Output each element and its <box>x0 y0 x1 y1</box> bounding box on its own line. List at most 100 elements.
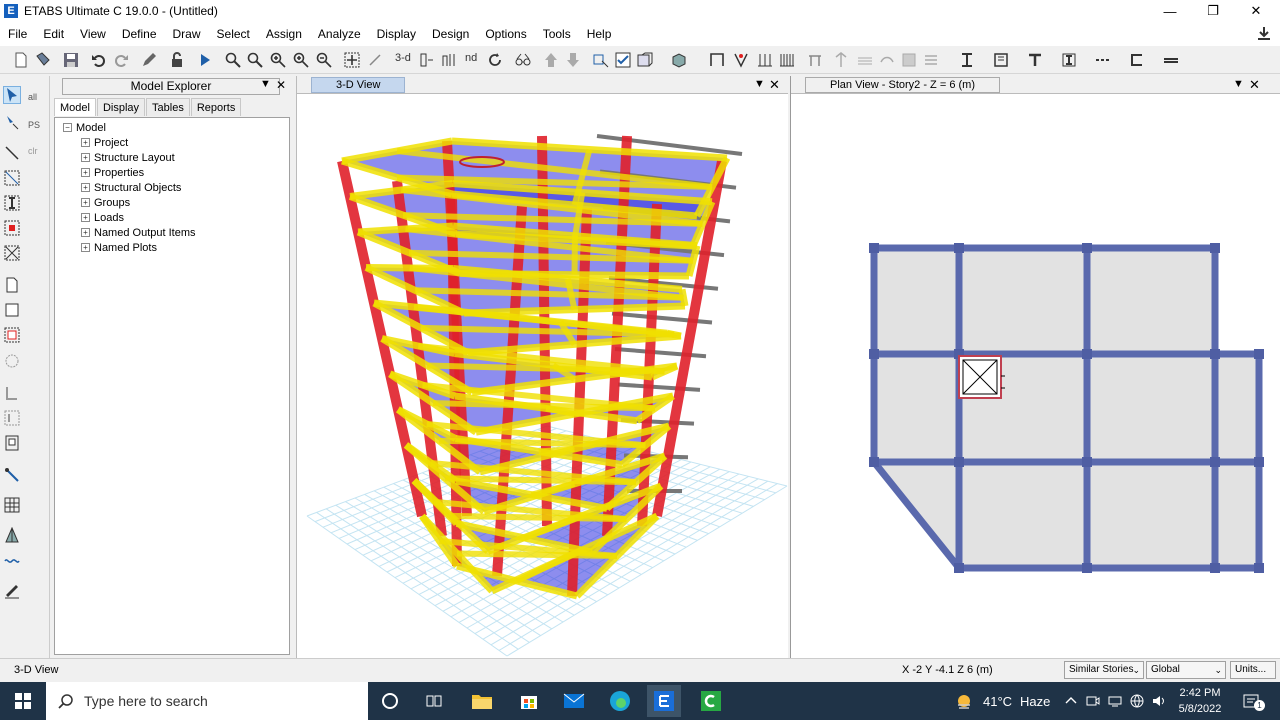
tab-reports[interactable]: Reports <box>190 98 242 116</box>
draw-column-icon[interactable] <box>756 51 774 69</box>
select-icon[interactable] <box>592 51 610 69</box>
menu-display[interactable]: Display <box>369 22 424 46</box>
menu-help[interactable]: Help <box>579 22 620 46</box>
draw-tendon-icon[interactable] <box>3 582 21 600</box>
pointer-icon[interactable] <box>3 86 21 104</box>
draw-brace-tool-icon[interactable] <box>3 244 21 262</box>
close-button[interactable]: ✕ <box>1236 0 1276 22</box>
section-ibeam-icon[interactable] <box>1060 51 1078 69</box>
menu-options[interactable]: Options <box>477 22 534 46</box>
column[interactable] <box>954 563 964 573</box>
tab-display[interactable]: Display <box>96 98 146 116</box>
similar-stories-select[interactable]: Similar Stories ⌄ <box>1064 661 1144 679</box>
edge-browser-icon[interactable] <box>603 685 637 717</box>
previous-selection-button[interactable]: PS <box>28 120 40 130</box>
menu-analyze[interactable]: Analyze <box>310 22 369 46</box>
menu-tools[interactable]: Tools <box>535 22 579 46</box>
column[interactable] <box>1210 563 1220 573</box>
meet-now-icon[interactable] <box>1086 694 1100 708</box>
taskbar-search-box[interactable]: Type here to search <box>46 682 368 720</box>
menu-view[interactable]: View <box>72 22 114 46</box>
elevation-view-icon[interactable] <box>440 51 458 69</box>
menu-draw[interactable]: Draw <box>165 22 209 46</box>
draw-brace-icon[interactable] <box>732 51 750 69</box>
draw-dimension-icon[interactable] <box>3 526 21 544</box>
move-down-icon[interactable] <box>564 51 582 69</box>
expand-icon[interactable]: + <box>81 168 90 177</box>
menu-select[interactable]: Select <box>209 22 258 46</box>
expand-icon[interactable]: + <box>81 183 90 192</box>
expand-icon[interactable]: + <box>81 153 90 162</box>
section-t-icon[interactable] <box>1026 51 1044 69</box>
column[interactable] <box>1210 243 1220 253</box>
refresh-icon[interactable] <box>486 51 504 69</box>
column[interactable] <box>869 243 879 253</box>
expand-icon[interactable]: + <box>81 243 90 252</box>
section-i-icon[interactable] <box>958 51 976 69</box>
draw-area-icon[interactable] <box>900 51 918 69</box>
explorer-close-icon[interactable]: ✕ <box>276 78 286 92</box>
tree-item-named-plots[interactable]: + Named Plots <box>81 240 157 255</box>
expand-icon[interactable]: + <box>81 198 90 207</box>
view-3d-dropdown-icon[interactable]: ▼ <box>754 78 765 90</box>
expand-icon[interactable]: + <box>81 228 90 237</box>
glasses-icon[interactable] <box>514 51 532 69</box>
building-3d-model[interactable] <box>297 96 789 658</box>
save-icon[interactable] <box>62 51 80 69</box>
column[interactable] <box>1210 457 1220 467</box>
pencil-icon[interactable] <box>140 51 158 69</box>
draw-walls-icon[interactable] <box>778 51 796 69</box>
globe-icon[interactable] <box>1130 694 1144 708</box>
redo-icon[interactable] <box>112 51 130 69</box>
check-icon[interactable] <box>614 51 632 69</box>
plan-view-close-icon[interactable]: ✕ <box>1249 77 1260 93</box>
volume-icon[interactable] <box>1152 694 1166 708</box>
menu-define[interactable]: Define <box>114 22 165 46</box>
section-box-icon[interactable] <box>992 51 1010 69</box>
plan-view-window[interactable]: Plan View - Story2 - Z = 6 (m) ▼ ✕ <box>790 76 1280 658</box>
section-bar-icon[interactable] <box>1162 51 1180 69</box>
notifications-icon[interactable]: 1 <box>1243 694 1265 711</box>
tree-item-project[interactable]: + Project <box>81 135 128 150</box>
tree-item-properties[interactable]: + Properties <box>81 165 144 180</box>
draw-quick-floor-icon[interactable] <box>3 326 21 344</box>
draw-grid-tool-icon[interactable] <box>3 496 21 514</box>
draw-wall-stack-icon[interactable] <box>3 409 21 427</box>
draw-restraint-icon[interactable] <box>878 51 896 69</box>
draw-beam-icon[interactable] <box>3 169 21 187</box>
plan-view-icon[interactable] <box>418 51 436 69</box>
etabs-taskbar-icon[interactable] <box>647 685 681 717</box>
file-explorer-icon[interactable] <box>465 685 499 717</box>
draw-column-tool-icon[interactable] <box>3 194 21 212</box>
display-options-icon[interactable] <box>636 51 654 69</box>
menu-design[interactable]: Design <box>424 22 477 46</box>
column[interactable] <box>1082 457 1092 467</box>
draw-grid-icon[interactable] <box>832 51 850 69</box>
view-3d-window[interactable]: 3-D View ▼ ✕ <box>296 76 788 658</box>
rotate-3d-icon[interactable] <box>366 51 384 69</box>
zoom-in-icon[interactable] <box>269 51 287 69</box>
view-3d-tab[interactable]: 3-D View <box>311 77 406 93</box>
tree-item-named-output-items[interactable]: + Named Output Items <box>81 225 196 240</box>
column[interactable] <box>1082 349 1092 359</box>
column[interactable] <box>869 349 879 359</box>
column[interactable] <box>1254 563 1264 573</box>
tree-root[interactable]: − Model <box>63 120 106 135</box>
system-clock[interactable]: 2:42 PM 5/8/2022 <box>1172 685 1228 717</box>
column[interactable] <box>1254 457 1264 467</box>
draw-opening-tool-icon[interactable] <box>3 352 21 370</box>
section-c-icon[interactable] <box>1128 51 1146 69</box>
tree-item-groups[interactable]: + Groups <box>81 195 130 210</box>
view-3d-button[interactable]: 3-d <box>395 52 411 64</box>
network-icon[interactable] <box>1108 694 1122 708</box>
draw-spring-tool-icon[interactable] <box>3 552 21 570</box>
draw-wall-opening-icon[interactable] <box>3 434 21 452</box>
restore-button[interactable]: ❐ <box>1193 0 1233 22</box>
green-app-icon[interactable] <box>694 685 728 717</box>
lock-icon[interactable] <box>168 51 186 69</box>
draw-frame-icon[interactable] <box>708 51 726 69</box>
draw-link-icon[interactable] <box>806 51 824 69</box>
column[interactable] <box>954 457 964 467</box>
task-view-icon[interactable] <box>417 685 451 717</box>
column[interactable] <box>1210 349 1220 359</box>
